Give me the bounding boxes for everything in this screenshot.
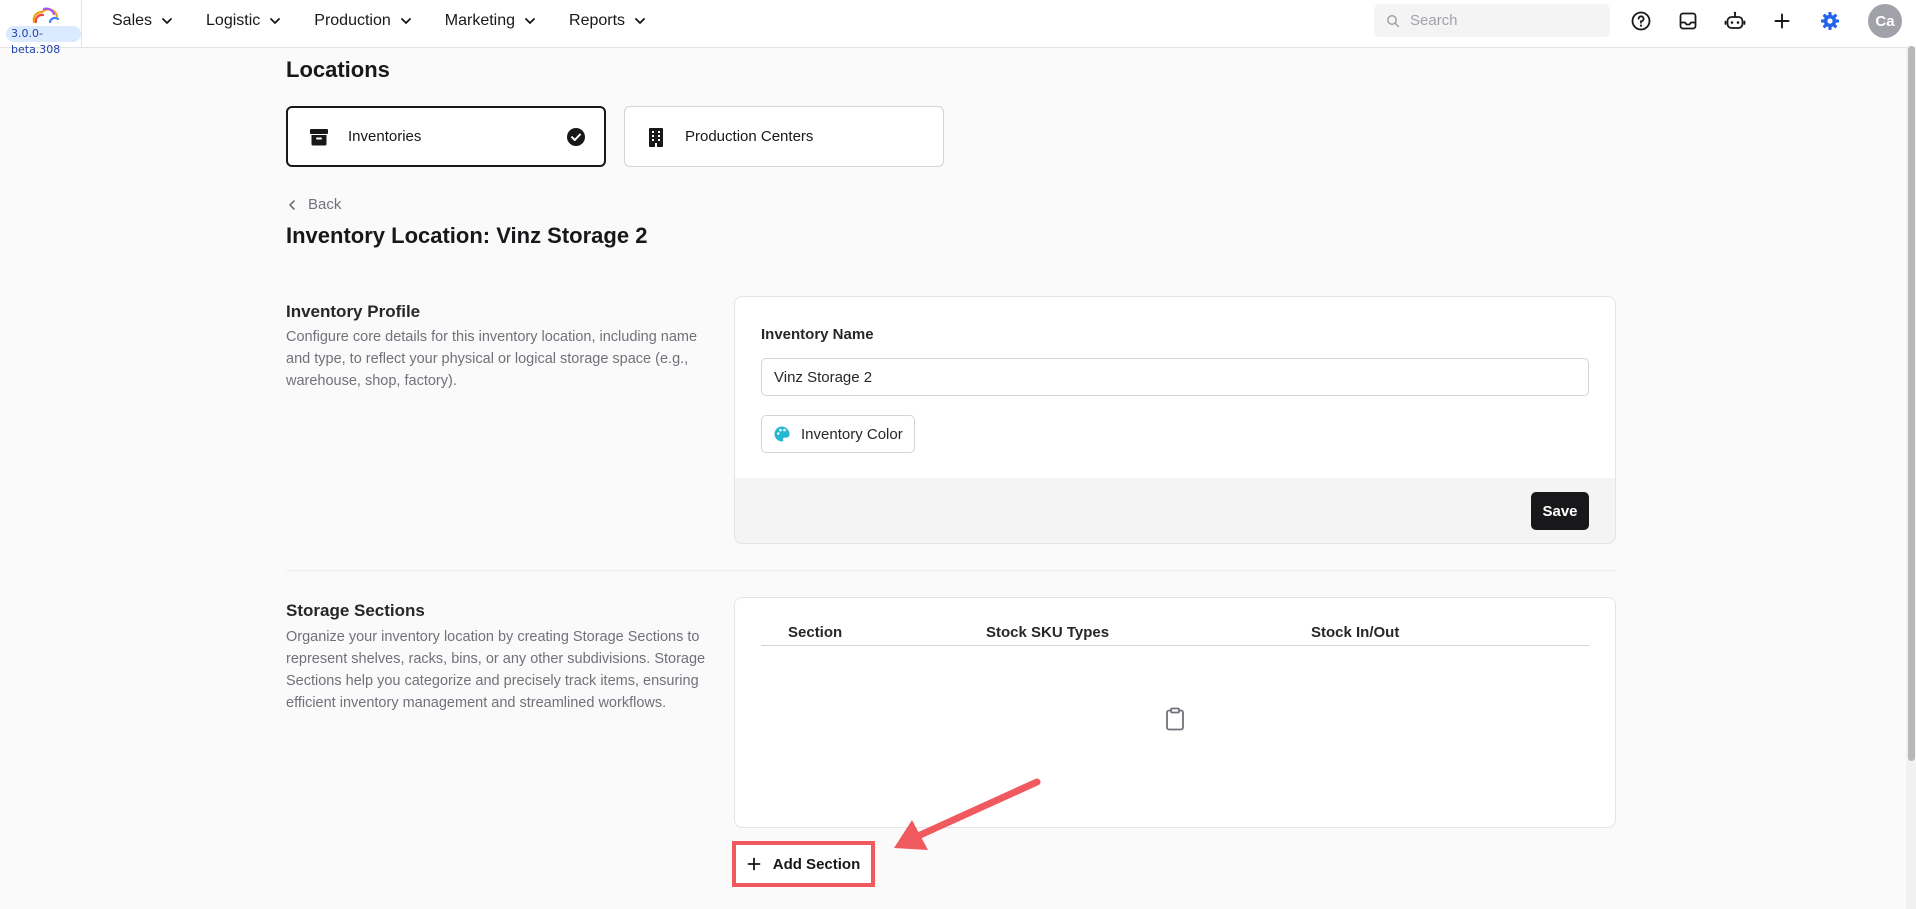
building-icon [649,127,663,147]
nav-label: Reports [569,12,626,29]
chevron-down-icon [162,18,172,24]
inventory-profile-panel: Inventory Name Inventory Color Save [734,296,1616,544]
user-avatar[interactable]: Ca [1868,4,1902,38]
inventory-color-button[interactable]: Inventory Color [761,415,915,453]
inventory-name-input[interactable] [761,358,1589,396]
nav-menu-marketing[interactable]: Marketing [429,0,553,42]
column-header-section[interactable]: Section [788,624,842,641]
nav-label: Marketing [444,12,516,29]
search-box[interactable] [1374,4,1610,37]
location-tab-label: Production Centers [685,128,814,145]
nav-label: Production [314,12,391,29]
back-label: Back [308,196,342,213]
nav-label: Sales [112,12,153,29]
check-circle-icon [567,128,585,146]
location-tab-label: Inventories [348,128,422,145]
annotation-arrow [894,778,1041,850]
add-section-button[interactable]: Add Section [732,841,875,887]
cloud-logo-icon [32,7,60,24]
storage-sections-title: Storage Sections [286,601,425,620]
main-menu: Sales Logistic Production Marketing Repo… [96,0,663,42]
page-title: Locations [286,57,390,82]
assistant-button[interactable] [1722,8,1748,34]
section-divider [286,570,1616,571]
top-navigation-bar: 3.0.0-beta.308 Sales Logistic Production… [0,0,1916,56]
chevron-down-icon [270,18,281,24]
location-tab-inventories[interactable]: Inventories [286,106,606,167]
inbox-icon [1679,12,1697,30]
chevron-left-icon [289,199,295,210]
scrollbar-thumb[interactable] [1908,46,1915,761]
back-link[interactable]: Back [286,196,341,213]
location-tab-production-centers[interactable]: Production Centers [624,106,944,167]
create-new-button[interactable] [1769,8,1795,34]
nav-menu-sales[interactable]: Sales [96,0,190,42]
search-icon [1387,14,1400,27]
settings-button[interactable] [1817,8,1843,34]
inventory-location-title: Inventory Location: Vinz Storage 2 [286,223,648,248]
storage-sections-description: Organize your inventory location by crea… [286,629,706,711]
inventory-color-label: Inventory Color [801,425,903,443]
chevron-down-icon [400,18,411,24]
clipboard-icon [1166,707,1184,731]
nav-label: Logistic [206,12,261,29]
help-icon [1631,11,1651,31]
inventory-profile-title: Inventory Profile [286,302,421,321]
column-header-stock-in-out[interactable]: Stock In/Out [1311,624,1399,641]
chevron-down-icon [635,18,645,24]
version-badge: 3.0.0-beta.308 [6,26,81,56]
nav-menu-production[interactable]: Production [298,0,429,42]
add-section-label: Add Section [772,855,861,873]
archive-box-icon [310,128,328,145]
palette-icon [774,426,790,442]
logo-area[interactable]: 3.0.0-beta.308 [0,0,82,56]
plus-icon [747,857,761,871]
table-header-divider [761,645,1589,646]
nav-menu-logistic[interactable]: Logistic [190,0,298,42]
profile-panel-footer: Save [735,478,1615,543]
help-button[interactable] [1628,8,1654,34]
inventory-name-label: Inventory Name [761,326,874,343]
save-button[interactable]: Save [1531,492,1589,530]
bot-icon [1724,11,1746,29]
column-header-stock-sku-types[interactable]: Stock SKU Types [986,624,1109,641]
inventory-profile-description: Configure core details for this inventor… [286,329,698,389]
inbox-button[interactable] [1675,8,1701,34]
search-input[interactable] [1410,12,1590,29]
plus-icon [1774,13,1790,29]
nav-menu-reports[interactable]: Reports [553,0,663,42]
chevron-down-icon [525,18,535,24]
storage-sections-table: Section Stock SKU Types Stock In/Out [734,597,1616,828]
settings-gear-icon [1821,12,1839,30]
